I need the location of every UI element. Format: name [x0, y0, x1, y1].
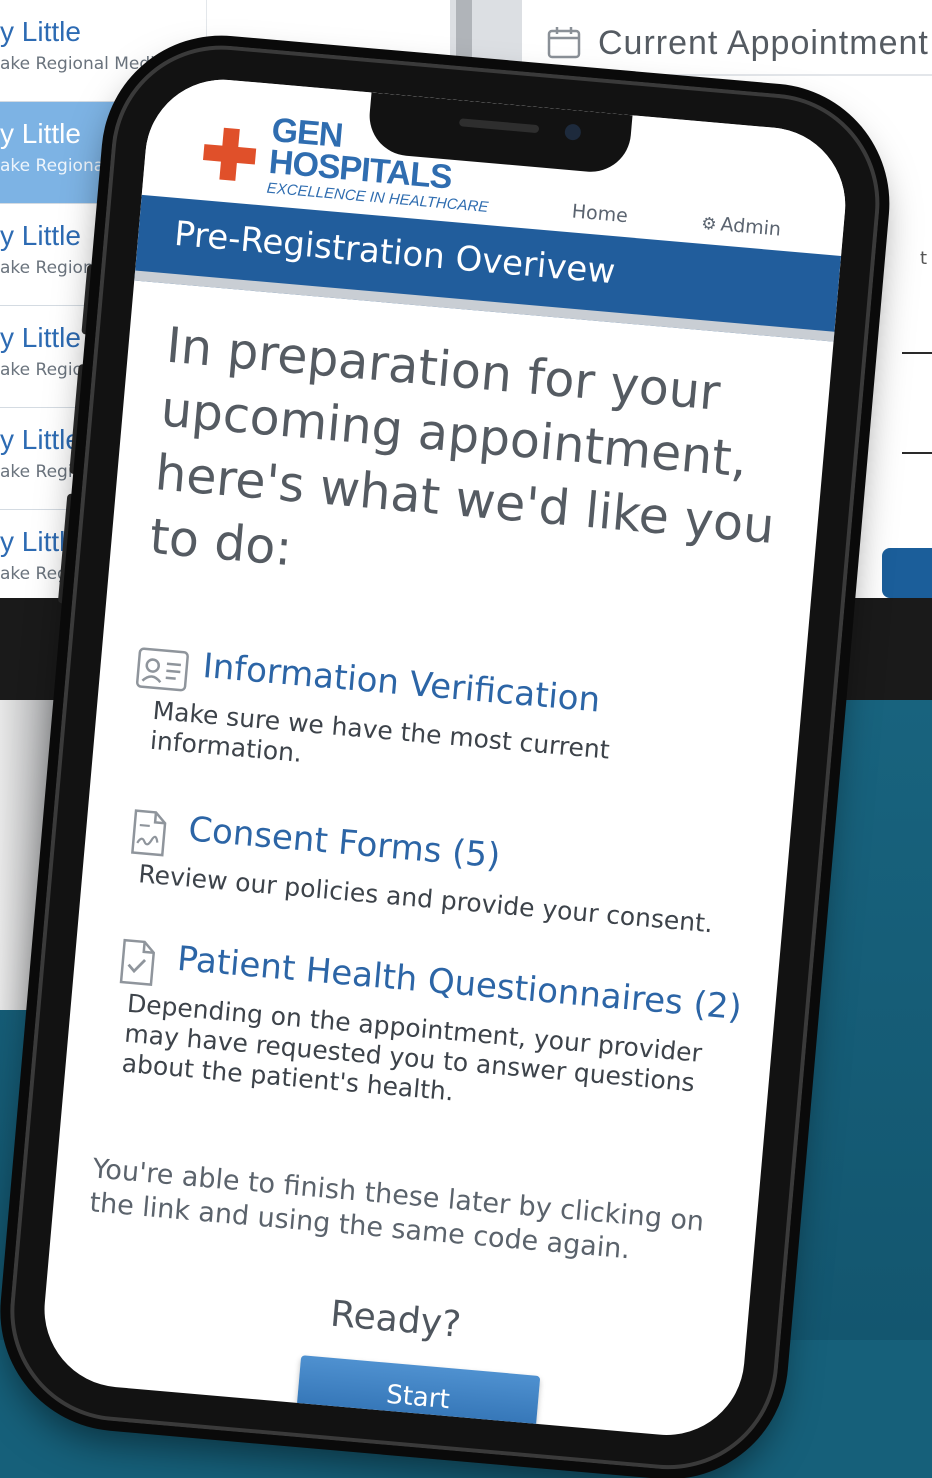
resume-later-note: You're able to finish these later by cli…: [88, 1153, 706, 1266]
speaker-grille: [458, 118, 540, 134]
list-item-name: y Little: [0, 16, 81, 47]
task-health-questionnaires[interactable]: Patient Health Questionnaires (2) Depend…: [113, 933, 751, 1106]
task-information-verification[interactable]: Information Verification Make sure we ha…: [135, 640, 777, 768]
intro-heading: In preparation for your upcoming appoint…: [147, 316, 777, 578]
appointment-title: Current Appointment: [598, 24, 929, 62]
checklist-document-icon: [119, 938, 156, 986]
phone-device: GEN HOSPITALS EXCELLENCE IN HEALTHCARE H…: [1, 36, 889, 1478]
divider: [902, 352, 932, 354]
nav-home-link[interactable]: Home: [571, 200, 629, 227]
appointment-header: Current Appointment: [522, 0, 932, 76]
calendar-icon: [547, 27, 581, 59]
admin-grid-icon: ⚙: [700, 213, 718, 235]
document-signature-icon: [131, 809, 167, 857]
home-label: Home: [570, 200, 629, 228]
phone-screen: GEN HOSPITALS EXCELLENCE IN HEALTHCARE H…: [38, 73, 852, 1442]
task-title: Consent Forms (5): [186, 809, 502, 877]
action-button[interactable]: [882, 548, 932, 598]
divider: [902, 452, 932, 454]
task-consent-forms[interactable]: Consent Forms (5) Review our policies an…: [125, 804, 763, 938]
task-description: Make sure we have the most current infor…: [148, 695, 611, 768]
camera-icon: [564, 123, 582, 141]
nav-admin-link[interactable]: ⚙ Admin: [700, 212, 782, 241]
task-description: Review our policies and provide your con…: [137, 859, 715, 939]
id-card-icon: [135, 647, 189, 692]
truncated-label: t: [920, 248, 928, 269]
admin-label: Admin: [719, 213, 782, 241]
ready-prompt: Ready?: [328, 1293, 463, 1346]
medical-cross-logo-icon[interactable]: [199, 124, 260, 185]
